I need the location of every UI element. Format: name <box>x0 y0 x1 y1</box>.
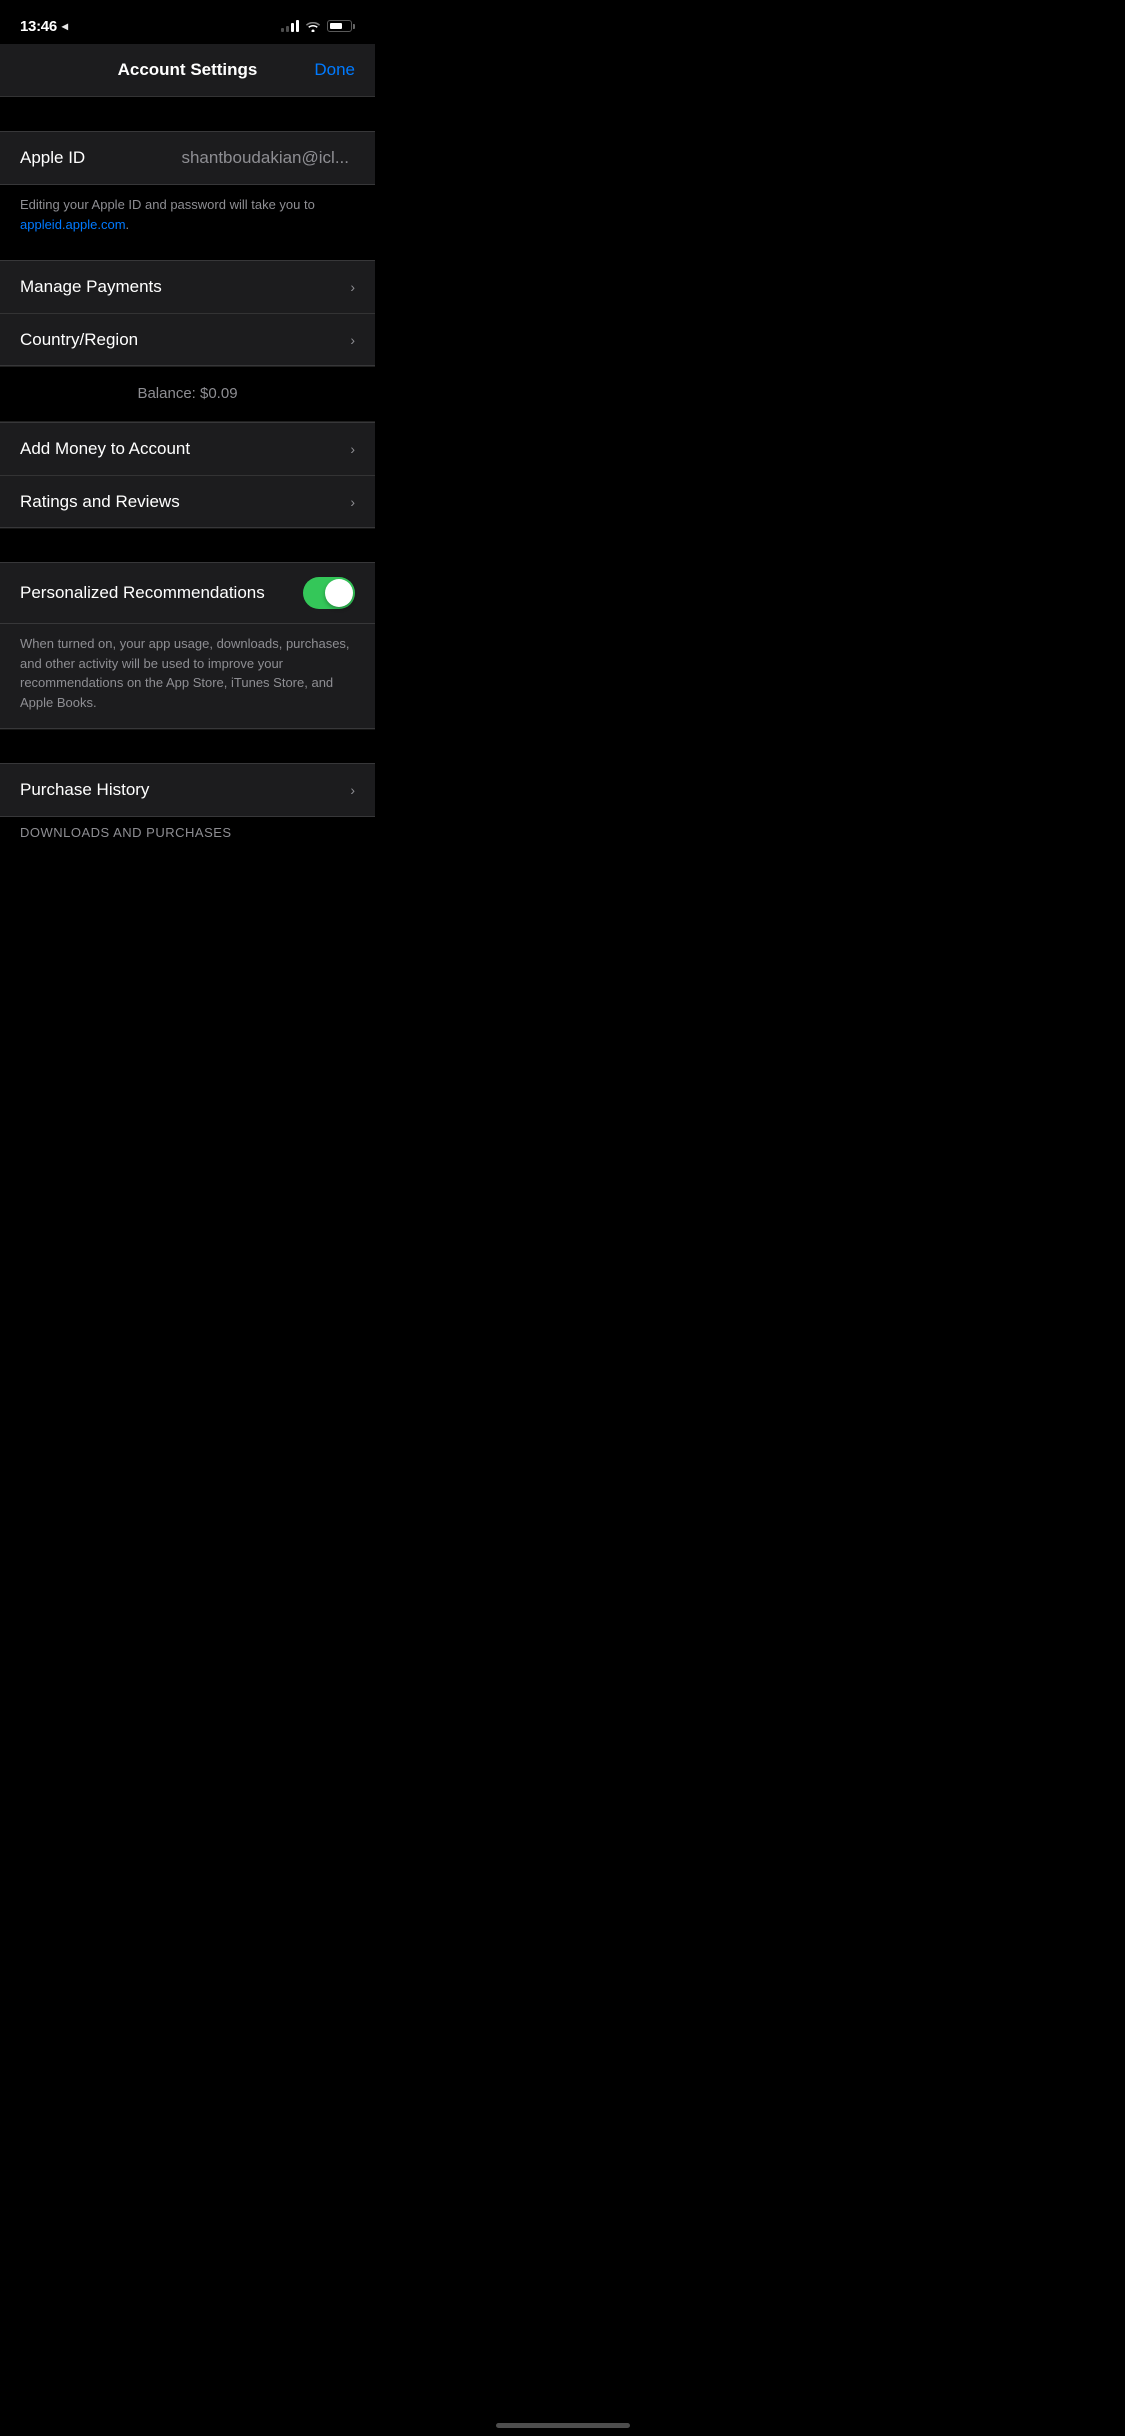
recommendations-label: Personalized Recommendations <box>20 583 265 603</box>
ratings-reviews-right: › <box>350 494 355 510</box>
gap-2 <box>0 528 375 562</box>
balance-section: Balance: $0.09 <box>0 366 375 422</box>
manage-payments-row[interactable]: Manage Payments › <box>0 261 375 313</box>
status-icons <box>281 20 355 32</box>
battery-icon <box>327 20 355 32</box>
apple-id-row[interactable]: Apple ID shantboudakian@icl... <box>0 132 375 184</box>
signal-icon <box>281 20 299 32</box>
payments-section: Manage Payments › Country/Region › <box>0 260 375 366</box>
manage-payments-chevron: › <box>350 279 355 295</box>
manage-payments-right: › <box>350 279 355 295</box>
bottom-section-label: DOWNLOADS AND PURCHASES <box>0 817 375 844</box>
apple-id-link[interactable]: appleid.apple.com <box>20 217 126 232</box>
manage-payments-label: Manage Payments <box>20 277 162 297</box>
home-indicator <box>496 2423 630 2428</box>
purchase-history-section: Purchase History › <box>0 763 375 817</box>
done-button[interactable]: Done <box>314 60 355 80</box>
status-bar: 13:46 ◂ <box>0 0 375 44</box>
ratings-reviews-label: Ratings and Reviews <box>20 492 180 512</box>
wifi-icon <box>305 20 321 32</box>
country-region-chevron: › <box>350 332 355 348</box>
apple-id-section: Apple ID shantboudakian@icl... <box>0 131 375 185</box>
country-region-row[interactable]: Country/Region › <box>0 313 375 365</box>
apple-id-desc-text1: Editing your Apple ID and password will … <box>20 197 315 212</box>
apple-id-right: shantboudakian@icl... <box>181 148 355 168</box>
country-region-right: › <box>350 332 355 348</box>
add-money-label: Add Money to Account <box>20 439 190 459</box>
gap-3 <box>0 729 375 763</box>
ratings-reviews-row[interactable]: Ratings and Reviews › <box>0 475 375 527</box>
toggle-thumb <box>325 579 353 607</box>
apple-id-label: Apple ID <box>20 148 85 168</box>
apple-id-value: shantboudakian@icl... <box>181 148 349 168</box>
purchase-history-label: Purchase History <box>20 780 149 800</box>
location-icon: ◂ <box>62 19 68 33</box>
balance-actions-section: Add Money to Account › Ratings and Revie… <box>0 422 375 528</box>
purchase-history-row[interactable]: Purchase History › <box>0 764 375 816</box>
time-label: 13:46 <box>20 18 57 35</box>
recommendations-description: When turned on, your app usage, download… <box>0 624 375 729</box>
purchase-history-chevron: › <box>350 782 355 798</box>
recommendations-section: Personalized Recommendations <box>0 562 375 624</box>
toggle-track <box>303 577 355 609</box>
add-money-chevron: › <box>350 441 355 457</box>
recommendations-desc-text: When turned on, your app usage, download… <box>20 636 350 710</box>
status-time: 13:46 ◂ <box>20 18 68 35</box>
nav-header: Account Settings Done <box>0 44 375 97</box>
country-region-label: Country/Region <box>20 330 138 350</box>
gap-1 <box>0 250 375 260</box>
page-title: Account Settings <box>118 60 258 80</box>
section-spacer-1 <box>0 97 375 131</box>
balance-label: Balance: $0.09 <box>137 385 237 402</box>
apple-id-description: Editing your Apple ID and password will … <box>0 185 375 250</box>
add-money-row[interactable]: Add Money to Account › <box>0 423 375 475</box>
add-money-right: › <box>350 441 355 457</box>
recommendations-toggle[interactable] <box>303 577 355 609</box>
apple-id-desc-text2: . <box>126 217 130 232</box>
purchase-history-right: › <box>350 782 355 798</box>
ratings-reviews-chevron: › <box>350 494 355 510</box>
recommendations-row: Personalized Recommendations <box>0 563 375 623</box>
